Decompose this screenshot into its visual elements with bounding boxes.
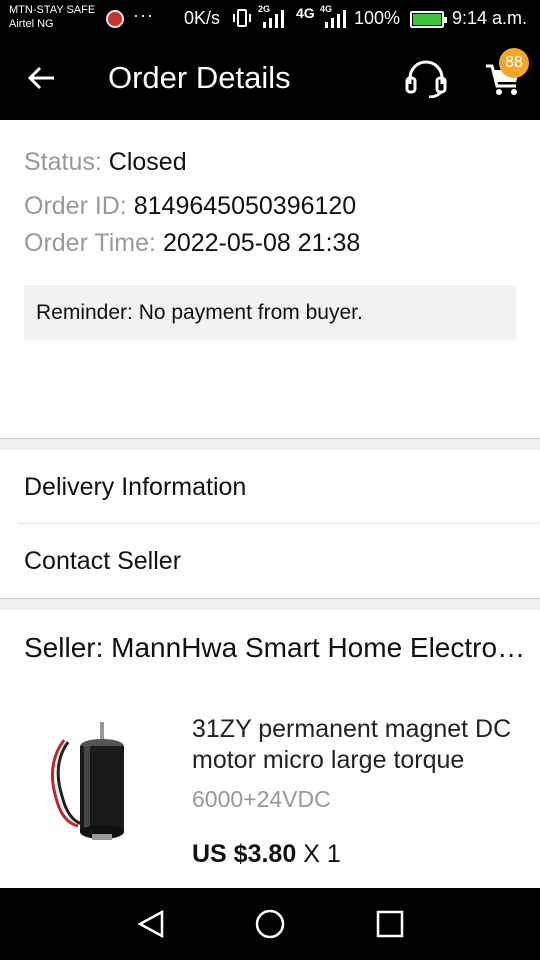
square-recents-icon (376, 910, 404, 938)
arrow-left-icon (27, 66, 54, 90)
carrier-info: MTN-STAY SAFE Airtel NG (9, 3, 95, 31)
order-info-section: Status: Closed Order ID: 814964505039612… (0, 120, 540, 438)
payment-reminder: Reminder: No payment from buyer. (24, 285, 516, 340)
product-variant: 6000+24VDC (192, 786, 331, 812)
battery-icon (410, 11, 447, 28)
clock: 9:14 a.m. (452, 8, 528, 28)
product-quantity: X 1 (303, 840, 341, 868)
product-price-row: US $3.80 X 1 (192, 840, 341, 869)
battery-percent: 100% (354, 8, 401, 28)
section-divider (0, 438, 540, 450)
order-id-row: Order ID: 8149645050396120 (24, 192, 356, 221)
page-title: Order Details (108, 60, 291, 95)
app-bar: Order Details 88 (0, 38, 540, 120)
vibrate-icon (232, 8, 252, 33)
signal-icon (324, 10, 348, 28)
seller-name-row[interactable]: Seller: MannHwa Smart Home Electronics (24, 632, 534, 664)
notification-app-icon (106, 10, 124, 28)
section-divider (0, 598, 540, 610)
more-notifications-icon: ··· (133, 5, 154, 25)
order-status-row: Status: Closed (24, 148, 187, 177)
contact-seller-row[interactable]: Contact Seller (0, 524, 540, 598)
delivery-information-row[interactable]: Delivery Information (0, 450, 540, 524)
customer-service-button[interactable] (404, 58, 448, 99)
nav-recents-button[interactable] (372, 906, 408, 942)
product-title[interactable]: 31ZY permanent magnet DC motor micro lar… (192, 714, 522, 776)
seller-name: MannHwa Smart Home Electronics (111, 632, 534, 663)
network-type-label: 4G (296, 5, 315, 21)
nav-home-button[interactable] (252, 906, 288, 942)
order-id-label: Order ID: (24, 192, 127, 220)
product-price: US $3.80 (192, 840, 297, 868)
nav-back-button[interactable] (134, 906, 170, 942)
back-button[interactable] (24, 60, 60, 96)
circle-home-icon (255, 909, 285, 939)
order-time-row: Order Time: 2022-05-08 21:38 (24, 229, 360, 258)
carrier-secondary: Airtel NG (9, 18, 54, 30)
triangle-back-icon (137, 909, 164, 939)
headset-icon (405, 60, 447, 99)
carrier-primary: MTN-STAY SAFE (9, 4, 96, 16)
product-image[interactable] (30, 710, 170, 860)
cart-count-badge: 88 (499, 48, 529, 78)
order-time-value: 2022-05-08 21:38 (162, 229, 361, 257)
network-speed: 0K/s (184, 8, 221, 28)
order-status-value: Closed (108, 148, 187, 176)
status-bar: MTN-STAY SAFE Airtel NG ··· 0K/s 2G 4G 4… (0, 0, 540, 38)
seller-section: Seller: MannHwa Smart Home Electronics 3… (0, 610, 540, 888)
seller-label: Seller: (24, 632, 104, 663)
order-status-label: Status: (24, 148, 102, 176)
system-navigation-bar (0, 888, 540, 960)
order-time-label: Order Time: (24, 229, 156, 257)
signal-icon (262, 10, 286, 28)
order-id-value[interactable]: 8149645050396120 (134, 192, 356, 220)
